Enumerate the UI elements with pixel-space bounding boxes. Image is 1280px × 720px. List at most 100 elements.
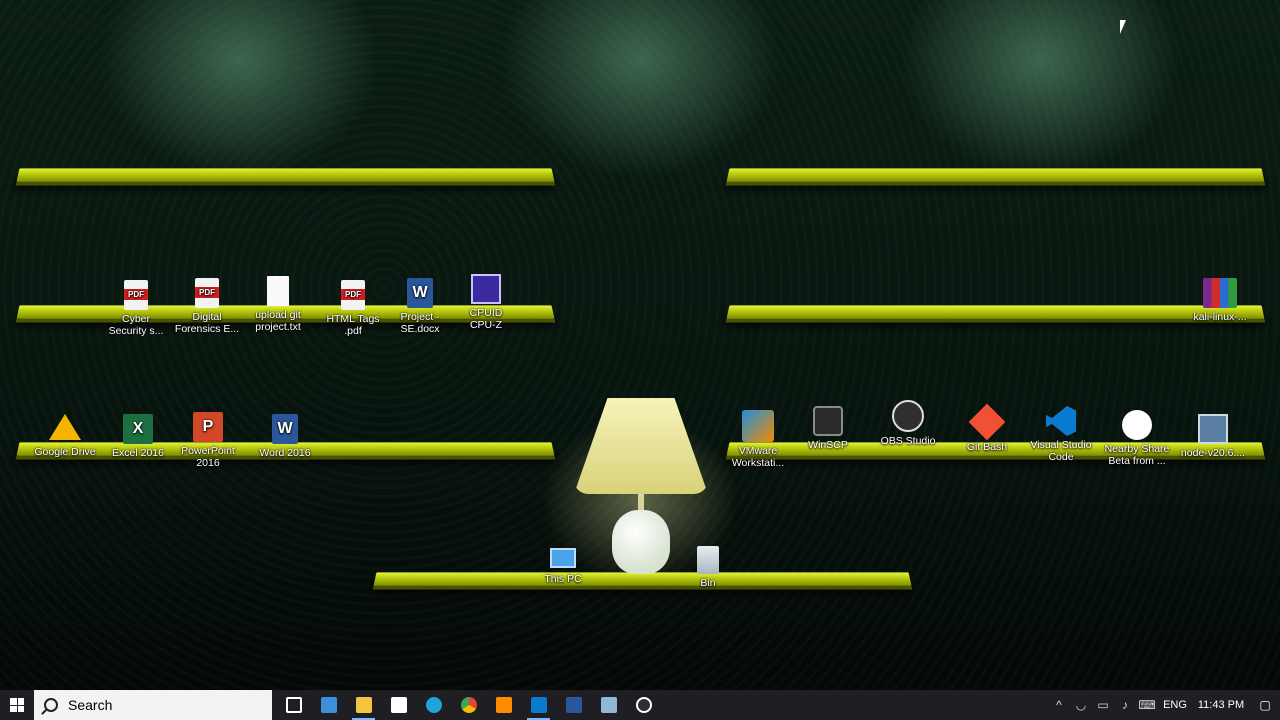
taskbar-task-view[interactable]	[276, 690, 311, 720]
word-doc-icon: W	[407, 278, 433, 308]
word-icon	[565, 697, 582, 713]
pdf-icon: PDF	[124, 280, 148, 310]
icon-label: upload git project.txt	[255, 309, 301, 333]
desktop-icon-nearby-share[interactable]: Nearby Share Beta from ...	[1101, 410, 1173, 467]
task-view-icon	[285, 697, 302, 713]
volume-icon[interactable]: ♪	[1114, 698, 1136, 712]
clock[interactable]: 11:43 PM	[1192, 699, 1250, 711]
vscode-icon	[530, 697, 547, 713]
taskbar-file-explorer[interactable]	[346, 690, 381, 720]
notifications-icon[interactable]: ▢	[1250, 698, 1280, 712]
desktop-icon-vmware[interactable]: VMware Workstati...	[722, 410, 794, 469]
icon-label: Git Bash	[966, 441, 1008, 453]
icon-label: PowerPoint 2016	[181, 445, 235, 469]
desktop-icon-this-pc[interactable]: This PC	[527, 544, 599, 585]
shelf	[726, 168, 1265, 182]
shelf	[16, 168, 555, 182]
language-indicator[interactable]: ENG	[1158, 699, 1192, 711]
keyboard-icon[interactable]: ⌨	[1136, 698, 1158, 712]
icon-label: Nearby Share Beta from ...	[1104, 443, 1170, 467]
nearby-share-icon	[1122, 410, 1152, 440]
desktop-icon-powerpoint-2016[interactable]: P PowerPoint 2016	[172, 412, 244, 469]
notepad-icon	[600, 697, 617, 713]
desktop-icon-word-2016[interactable]: W Word 2016	[249, 414, 321, 459]
windows-logo-icon	[10, 698, 24, 712]
desktop-icon-vscode[interactable]: Visual Studio Code	[1025, 406, 1097, 463]
excel-icon: X	[123, 414, 153, 444]
icon-label: HTML Tags .pdf	[326, 313, 380, 337]
desktop-icon-winscp[interactable]: WinSCP	[792, 406, 864, 451]
search-icon	[44, 698, 58, 712]
desktop-icon-recycle-bin[interactable]: Bin	[672, 546, 744, 589]
icon-label: CPUID CPU-Z	[469, 307, 503, 331]
desktop-icon-git-bash[interactable]: Git Bash	[951, 403, 1023, 453]
folder-icon	[355, 697, 372, 713]
cpuz-icon	[471, 274, 501, 304]
taskbar-search-box[interactable]: Search	[34, 690, 272, 720]
icon-label: Excel 2016	[112, 447, 164, 459]
icon-label: Visual Studio Code	[1030, 439, 1092, 463]
recycle-bin-icon	[697, 546, 719, 574]
git-bash-icon	[968, 403, 1006, 441]
taskbar-obs[interactable]	[626, 690, 661, 720]
powerpoint-icon: P	[193, 412, 223, 442]
lamp-shade	[574, 398, 708, 494]
vscode-icon	[1046, 406, 1076, 436]
taskbar-vscode[interactable]	[521, 690, 556, 720]
obs-icon	[635, 697, 652, 713]
network-icon[interactable]: ◡	[1070, 698, 1092, 712]
office-icon	[495, 697, 512, 713]
taskbar-store[interactable]	[381, 690, 416, 720]
desktop-icon-upload-git-project[interactable]: upload git project.txt	[242, 276, 314, 333]
icon-label: Word 2016	[259, 447, 311, 459]
icon-label: Digital Forensics E...	[174, 311, 240, 335]
chrome-icon	[460, 697, 477, 713]
desktop-icon-obs-studio[interactable]: OBS Studio	[872, 400, 944, 447]
taskbar-chrome[interactable]	[451, 690, 486, 720]
desktop-icon-digital-forensics[interactable]: PDF Digital Forensics E...	[171, 278, 243, 335]
taskbar-notepad[interactable]	[591, 690, 626, 720]
desktop-icon-cpuz[interactable]: CPUID CPU-Z	[450, 274, 522, 331]
taskbar-desktop[interactable]	[311, 690, 346, 720]
icon-label: VMware Workstati...	[731, 445, 785, 469]
word-icon: W	[272, 414, 298, 444]
taskbar-office[interactable]	[486, 690, 521, 720]
search-placeholder: Search	[68, 697, 113, 713]
edge-icon	[425, 697, 442, 713]
icon-label: Google Drive	[34, 446, 96, 458]
taskbar-word[interactable]	[556, 690, 591, 720]
icon-label: Bin	[700, 577, 716, 589]
google-drive-icon	[49, 414, 81, 440]
taskbar-apps	[276, 690, 661, 720]
desktop-icon-cyber-security[interactable]: PDF Cyber Security s...	[100, 280, 172, 337]
desktop-icon-kali-linux[interactable]: kali-linux-...	[1184, 278, 1256, 323]
winscp-icon	[813, 406, 843, 436]
desktop-icon-node-installer[interactable]: node-v20.6....	[1177, 414, 1249, 459]
text-file-icon	[267, 276, 289, 306]
store-icon	[390, 697, 407, 713]
lamp-base	[612, 510, 670, 574]
system-tray: ^ ◡ ▭ ♪ ⌨ ENG 11:43 PM ▢	[1048, 690, 1280, 720]
desktop-icon-project-se[interactable]: W Project - SE.docx	[384, 278, 456, 335]
icon-label: kali-linux-...	[1193, 311, 1247, 323]
vmware-icon	[742, 410, 774, 442]
pdf-icon: PDF	[195, 278, 219, 308]
pdf-icon: PDF	[341, 280, 365, 310]
desktop-icon-google-drive[interactable]: Google Drive	[29, 412, 101, 458]
battery-icon[interactable]: ▭	[1092, 698, 1114, 712]
icon-label: OBS Studio	[880, 435, 936, 447]
taskbar-edge[interactable]	[416, 690, 451, 720]
icon-label: Project - SE.docx	[400, 311, 440, 335]
desktop-icon-html-tags[interactable]: PDF HTML Tags .pdf	[317, 280, 389, 337]
node-installer-icon	[1198, 414, 1228, 444]
taskbar: Search ^ ◡ ▭ ♪ ⌨ ENG 11:43 PM ▢	[0, 690, 1280, 720]
desktop-icon-excel-2016[interactable]: X Excel 2016	[102, 414, 174, 459]
this-pc-icon	[550, 548, 576, 568]
mouse-cursor	[1120, 20, 1126, 34]
show-hidden-icons-chevron-icon[interactable]: ^	[1048, 698, 1070, 712]
icon-label: node-v20.6....	[1180, 447, 1246, 459]
obs-icon	[892, 400, 924, 432]
desktop: PDF Cyber Security s... PDF Digital Fore…	[0, 0, 1280, 690]
monitor-icon	[320, 697, 337, 713]
start-button[interactable]	[0, 690, 34, 720]
